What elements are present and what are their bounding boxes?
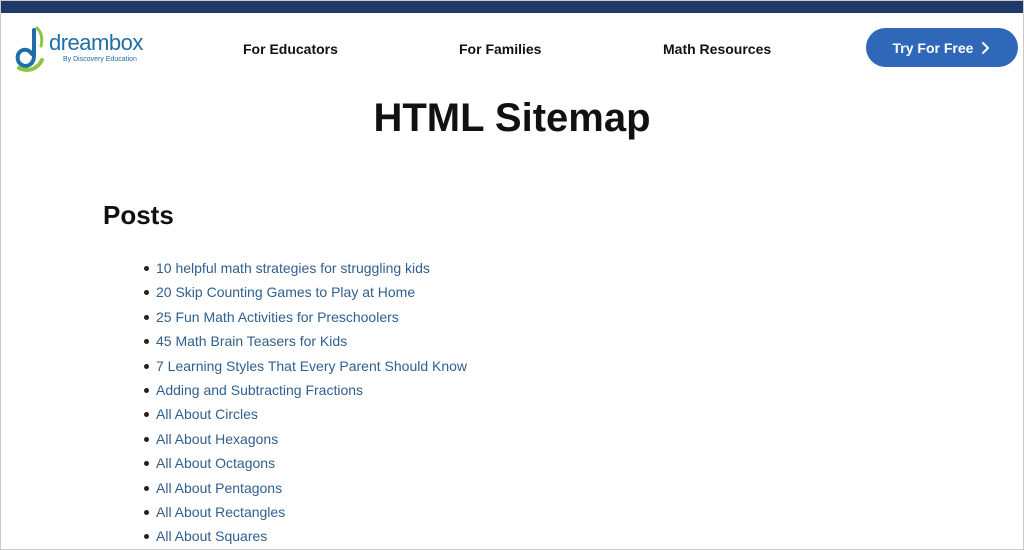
try-for-free-label: Try For Free: [892, 39, 974, 56]
dreambox-logo[interactable]: dreambox By Discovery Education: [13, 26, 143, 72]
list-item: All About Rectangles: [143, 500, 467, 524]
list-item: Adding and Subtracting Fractions: [143, 378, 467, 402]
nav-for-families[interactable]: For Families: [459, 41, 541, 57]
post-link[interactable]: All About Octagons: [156, 455, 275, 471]
chevron-right-icon: [982, 41, 990, 54]
list-item: 45 Math Brain Teasers for Kids: [143, 329, 467, 353]
post-link[interactable]: All About Pentagons: [156, 480, 282, 496]
top-accent-bar: [1, 1, 1023, 13]
site-header: dreambox By Discovery Education For Educ…: [1, 13, 1023, 83]
post-link[interactable]: 45 Math Brain Teasers for Kids: [156, 333, 347, 349]
list-item: All About Pentagons: [143, 476, 467, 500]
posts-list: 10 helpful math strategies for strugglin…: [143, 256, 467, 549]
post-link[interactable]: 10 helpful math strategies for strugglin…: [156, 260, 430, 276]
list-item: All About Hexagons: [143, 427, 467, 451]
post-link[interactable]: Adding and Subtracting Fractions: [156, 382, 363, 398]
try-for-free-button[interactable]: Try For Free: [866, 28, 1018, 67]
nav-math-resources[interactable]: Math Resources: [663, 41, 771, 57]
post-link[interactable]: All About Squares: [156, 528, 267, 544]
list-item: 25 Fun Math Activities for Preschoolers: [143, 305, 467, 329]
post-link[interactable]: 7 Learning Styles That Every Parent Shou…: [156, 358, 467, 374]
list-item: All About Squares: [143, 524, 467, 548]
list-item: All About Octagons: [143, 451, 467, 475]
logo-wordmark: dreambox: [49, 30, 143, 55]
nav-for-educators[interactable]: For Educators: [243, 41, 338, 57]
list-item: 20 Skip Counting Games to Play at Home: [143, 280, 467, 304]
post-link[interactable]: All About Rectangles: [156, 504, 285, 520]
logo-subtitle: By Discovery Education: [63, 56, 137, 63]
dreambox-logo-icon: [15, 26, 44, 72]
post-link[interactable]: All About Circles: [156, 406, 258, 422]
post-link[interactable]: 25 Fun Math Activities for Preschoolers: [156, 309, 399, 325]
page-frame: dreambox By Discovery Education For Educ…: [0, 0, 1024, 550]
post-link[interactable]: 20 Skip Counting Games to Play at Home: [156, 284, 415, 300]
page-title: HTML Sitemap: [373, 96, 651, 140]
post-link[interactable]: All About Hexagons: [156, 431, 278, 447]
list-item: 7 Learning Styles That Every Parent Shou…: [143, 354, 467, 378]
list-item: All About Circles: [143, 402, 467, 426]
list-item: 10 helpful math strategies for strugglin…: [143, 256, 467, 280]
posts-section-title: Posts: [103, 200, 174, 230]
